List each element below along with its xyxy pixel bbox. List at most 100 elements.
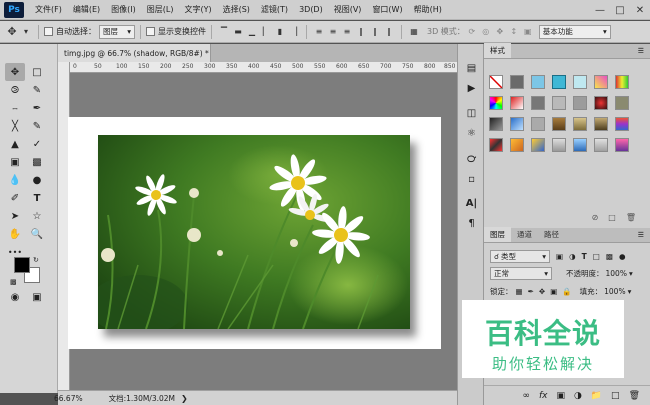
style-swatch[interactable] [510,138,524,152]
distribute-icon[interactable]: ‖ [369,26,381,38]
default-colors-icon[interactable]: ▩ [10,278,17,286]
workspace-dropdown[interactable]: 基本功能 ▾ [538,24,611,39]
auto-select-dropdown[interactable]: 图层 ▾ [99,24,135,39]
quick-mask-icon[interactable]: ◉ [5,288,25,306]
horizontal-ruler[interactable]: 0 50 100 150 200 250 300 350 400 450 500… [70,62,457,73]
menu-type[interactable]: 文字(Y) [184,4,211,15]
history-brush-tool-icon[interactable]: ✓ [27,135,47,153]
crop-tool-icon[interactable]: ⧿ [5,99,25,117]
move-tool-icon[interactable]: ✥ [5,63,25,81]
lock-pixels-icon[interactable]: ✒ [528,287,534,296]
style-swatch[interactable] [552,96,566,110]
fx-icon[interactable]: fx [539,391,548,401]
foreground-color-swatch[interactable] [14,257,30,273]
move-tool-icon[interactable]: ✥ [6,25,18,38]
new-style-icon[interactable]: □ [608,213,616,222]
libraries-panel-icon[interactable]: ▫ [464,172,479,187]
status-arrow-icon[interactable]: ❯ [181,394,188,403]
align-bottom-icon[interactable]: ▁ [246,26,258,38]
style-swatch[interactable] [531,117,545,131]
style-swatch[interactable] [531,75,545,89]
maximize-icon[interactable]: □ [610,0,630,20]
align-hcenter-icon[interactable]: ▮ [274,26,286,38]
link-layers-icon[interactable]: ∞ [522,391,530,401]
style-swatch[interactable] [615,117,629,131]
adjustments-panel-icon[interactable]: ⚛ [464,126,479,141]
tab-styles[interactable]: 样式 [484,43,511,58]
menu-filter[interactable]: 滤镜(T) [261,4,288,15]
tab-channels[interactable]: 通道 [511,227,538,242]
filter-type-icon[interactable]: T [582,252,587,261]
properties-panel-icon[interactable]: ◫ [464,106,479,121]
auto-select-checkbox[interactable] [44,27,53,36]
layer-kind-dropdown[interactable]: ☌ 类型 ▾ [490,250,550,263]
style-swatch[interactable] [489,138,503,152]
paragraph-panel-icon[interactable]: ¶ [464,216,479,231]
zoom-level[interactable]: 66.67% [54,394,83,403]
style-swatch[interactable] [510,117,524,131]
menu-image[interactable]: 图像(I) [111,4,136,15]
style-swatch[interactable] [573,117,587,131]
menu-select[interactable]: 选择(S) [223,4,250,15]
lock-position-icon[interactable]: ✥ [539,287,545,296]
shape-tool-icon[interactable]: ☆ [27,207,47,225]
screen-mode-icon[interactable]: ▣ [27,288,47,306]
style-swatch[interactable] [489,117,503,131]
align-right-icon[interactable]: ▕ [288,26,300,38]
style-swatch[interactable] [510,96,524,110]
close-icon[interactable]: ✕ [630,0,650,20]
actions-panel-icon[interactable]: ▶ [464,81,479,96]
filter-adjust-icon[interactable]: ◑ [569,252,576,261]
align-top-icon[interactable]: ▔ [218,26,230,38]
adjustment-layer-icon[interactable]: ◑ [574,391,582,401]
gradient-tool-icon[interactable]: ▩ [27,153,47,171]
fill-value[interactable]: 100% [604,287,625,296]
style-swatch[interactable] [594,138,608,152]
lasso-tool-icon[interactable]: ⧁ [5,81,25,99]
menu-file[interactable]: 文件(F) [35,4,62,15]
daisy-photo[interactable] [98,135,410,329]
style-swatch[interactable] [510,75,524,89]
align-left-icon[interactable]: ▏ [260,26,272,38]
opacity-value[interactable]: 100% [606,269,627,278]
chevron-down-icon[interactable]: ▾ [628,287,632,296]
trash-icon[interactable]: 🗑 [626,213,636,222]
hand-tool-icon[interactable]: ✋ [5,225,25,243]
style-swatch[interactable] [552,117,566,131]
filter-toggle-icon[interactable]: ● [619,252,626,261]
distribute-icon[interactable]: ‖ [355,26,367,38]
style-swatch[interactable] [552,75,566,89]
lock-all-icon[interactable]: 🔒 [562,287,571,296]
style-swatch[interactable] [615,138,629,152]
menu-edit[interactable]: 编辑(E) [73,4,100,15]
tab-layers[interactable]: 图层 [484,227,511,242]
quick-select-tool-icon[interactable]: ✎ [27,81,47,99]
menu-window[interactable]: 窗口(W) [372,4,402,15]
history-panel-icon[interactable]: ▤ [464,61,479,76]
tab-paths[interactable]: 路径 [538,227,565,242]
style-swatch[interactable] [531,96,545,110]
document-tab[interactable]: timg.jpg @ 66.7% (shadow, RGB/8#) * ✕ [58,44,222,62]
style-swatch[interactable] [573,75,587,89]
zoom-tool-icon[interactable]: 🔍 [27,225,47,243]
filter-shape-icon[interactable]: □ [593,252,600,261]
menu-view[interactable]: 视图(V) [334,4,362,15]
style-swatch[interactable] [594,96,608,110]
show-transform-checkbox[interactable] [146,27,155,36]
eraser-tool-icon[interactable]: ▣ [5,153,25,171]
style-swatch[interactable] [531,138,545,152]
minimize-icon[interactable]: — [590,0,610,20]
info-panel-icon[interactable]: ℺ [464,152,479,167]
style-none-swatch[interactable] [489,75,503,89]
auto-align-icon[interactable]: ▦ [408,26,420,38]
style-swatch[interactable] [552,138,566,152]
lock-artboard-icon[interactable]: ▣ [550,287,557,296]
filter-smart-icon[interactable]: ▩ [606,252,613,261]
pen-tool-icon[interactable]: ✐ [5,189,25,207]
style-swatch[interactable] [573,138,587,152]
style-swatch[interactable] [489,96,503,110]
distribute-icon[interactable]: ‖ [383,26,395,38]
style-swatch[interactable] [615,96,629,110]
style-swatch[interactable] [573,96,587,110]
trash-icon[interactable]: 🗑 [629,391,640,401]
